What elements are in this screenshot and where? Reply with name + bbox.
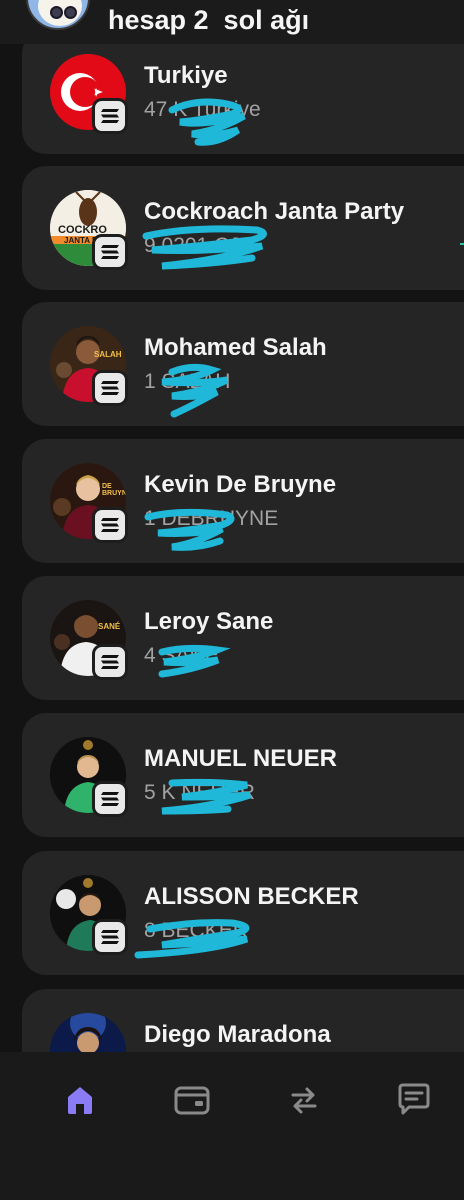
account-card-turkiye[interactable]: Turkiye 47 K Turkiye [22, 30, 464, 154]
account-subtitle: 47 K Turkiye [144, 98, 261, 121]
account-card-salah[interactable]: SALAH Mohamed Salah 1 SALAH [22, 302, 464, 426]
solana-badge [92, 644, 128, 680]
home-icon [68, 1087, 92, 1114]
account-name: Turkiye [144, 62, 228, 89]
account-card-sane[interactable]: SANÉ Leroy Sane 4 SANE [22, 576, 464, 700]
tab-home[interactable] [60, 1080, 100, 1120]
maradona-portrait-icon [50, 1013, 126, 1052]
header-title: hesap 2 sol ağı [108, 5, 310, 35]
sane-logo-text: SANÉ [98, 622, 121, 631]
solana-logo-icon [101, 109, 119, 123]
account-list[interactable]: Turkiye 47 K Turkiye COCKRO JANTA P Cock… [0, 0, 464, 1052]
avatar-eye-right [64, 6, 77, 19]
bottom-tab-bar [0, 1052, 464, 1200]
tab-swap[interactable] [284, 1080, 324, 1120]
solana-badge [92, 234, 128, 270]
salah-logo-text: SALAH [94, 350, 122, 359]
solana-badge [92, 919, 128, 955]
account-card-becker[interactable]: ALISSON BECKER 8 BECKER [22, 851, 464, 975]
account-subtitle: 8 BECKER [144, 919, 248, 942]
tab-wallet[interactable] [172, 1080, 212, 1120]
account-name: Mohamed Salah [144, 334, 327, 361]
edge-indicator [460, 243, 464, 245]
account-name: MANUEL NEUER [144, 745, 337, 772]
solana-logo-icon [101, 930, 119, 944]
solana-badge [92, 507, 128, 543]
solana-badge [92, 98, 128, 134]
account-name: Cockroach Janta Party [144, 198, 405, 225]
swap-icon [291, 1087, 317, 1114]
account-card-maradona[interactable]: Diego Maradona [22, 989, 464, 1052]
avatar-eye-left [50, 6, 63, 19]
solana-logo-icon [101, 655, 119, 669]
debruyne-logo-text: DE BRUYNE [102, 483, 126, 497]
account-subtitle: 4 SANE [144, 644, 219, 667]
solana-logo-icon [101, 245, 119, 259]
solana-badge [92, 370, 128, 406]
account-name: ALISSON BECKER [144, 883, 359, 910]
account-card-debruyne[interactable]: DE BRUYNE Kevin De Bruyne 1 DEBRUYNE [22, 439, 464, 563]
chat-icon [398, 1083, 430, 1115]
solana-logo-icon [101, 518, 119, 532]
solana-badge [92, 781, 128, 817]
account-subtitle: 9 0201 CJP [144, 234, 254, 257]
account-subtitle: 1 DEBRUYNE [144, 507, 279, 530]
cartoon-avatar-icon[interactable] [26, 0, 90, 30]
app-screen: Turkiye 47 K Turkiye COCKRO JANTA P Cock… [0, 0, 464, 1200]
maradona-avatar [50, 1013, 126, 1052]
tab-chat[interactable] [394, 1080, 434, 1120]
account-name: Diego Maradona [144, 1021, 331, 1048]
account-subtitle: 5 K NEUER [144, 781, 255, 804]
account-subtitle: 1 SALAH [144, 370, 231, 393]
account-card-neuer[interactable]: MANUEL NEUER 5 K NEUER [22, 713, 464, 837]
wallet-icon [174, 1086, 210, 1115]
account-name: Kevin De Bruyne [144, 471, 337, 498]
solana-logo-icon [101, 381, 119, 395]
account-name: Leroy Sane [144, 608, 274, 635]
account-card-cjp[interactable]: COCKRO JANTA P Cockroach Janta Party 9 0… [22, 166, 464, 290]
top-header: hesap 2 sol ağı [0, 0, 464, 44]
solana-logo-icon [101, 792, 119, 806]
